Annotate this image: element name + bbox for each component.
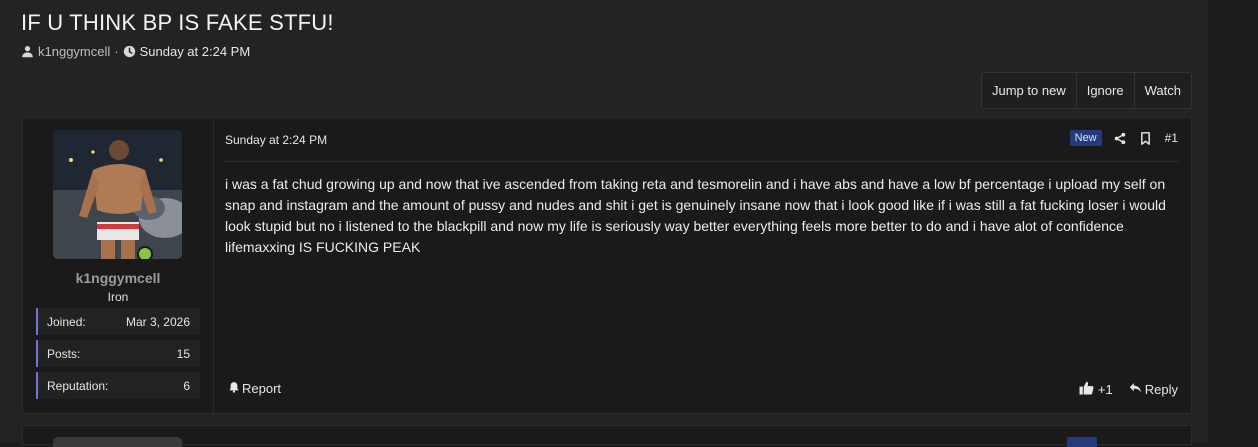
stat-joined: Joined: Mar 3, 2026 <box>36 308 200 335</box>
thread-title: IF U THINK BP IS FAKE STFU! <box>21 10 334 35</box>
thread-author-link[interactable]: k1nggymcell <box>38 44 110 59</box>
thumbs-up-icon <box>1079 381 1094 398</box>
post-body: i was a fat chud growing up and now that… <box>225 176 1166 255</box>
post-username-link[interactable]: k1nggymcell <box>23 270 213 286</box>
online-status-icon <box>137 246 153 259</box>
reply-label: Reply <box>1144 382 1178 397</box>
post-footer-actions: +1 Reply <box>1079 381 1178 398</box>
avatar[interactable] <box>53 437 182 447</box>
post-actions: New #1 <box>1069 130 1179 146</box>
clock-icon <box>123 45 136 58</box>
avatar[interactable] <box>53 130 182 259</box>
meta-separator: · <box>114 44 119 59</box>
bookmark-icon[interactable] <box>1140 131 1151 145</box>
reaction-count: +1 <box>1097 382 1113 397</box>
like-button[interactable]: +1 <box>1079 381 1113 398</box>
thread-actions: Jump to new Ignore Watch <box>981 72 1192 109</box>
stat-value: 6 <box>183 378 190 393</box>
share-icon[interactable] <box>1114 132 1126 145</box>
stat-reputation: Reputation: 6 <box>36 372 200 399</box>
thread-page: IF U THINK BP IS FAKE STFU! k1nggymcell … <box>0 0 1208 447</box>
post-2-partial <box>22 425 1192 447</box>
stat-label: Posts: <box>47 346 81 361</box>
report-label: Report <box>242 381 282 396</box>
ignore-button[interactable]: Ignore <box>1075 73 1134 108</box>
stat-label: Reputation: <box>47 378 109 393</box>
watch-button[interactable]: Watch <box>1133 73 1191 108</box>
reply-icon <box>1129 382 1142 397</box>
new-badge: New <box>1069 130 1102 146</box>
post-number-link[interactable]: #1 <box>1165 131 1178 145</box>
stat-value: 15 <box>176 346 190 361</box>
post-user-panel: k1nggymcell Iron Joined: Mar 3, 2026 Pos… <box>23 118 214 413</box>
new-badge <box>1067 437 1097 447</box>
avatar-photo <box>53 130 182 259</box>
user-icon <box>21 45 34 58</box>
stat-posts: Posts: 15 <box>36 340 200 367</box>
page-gutter <box>1208 0 1258 442</box>
jump-to-new-button[interactable]: Jump to new <box>982 73 1076 108</box>
post-date-link[interactable]: Sunday at 2:24 PM <box>225 133 327 147</box>
reply-button[interactable]: Reply <box>1129 382 1178 397</box>
report-button[interactable]: Report <box>228 381 281 396</box>
stat-value: Mar 3, 2026 <box>125 314 190 329</box>
thread-date-link[interactable]: Sunday at 2:24 PM <box>140 44 251 59</box>
stat-label: Joined: <box>47 314 86 329</box>
post-header: Sunday at 2:24 PM New #1 <box>225 118 1179 162</box>
thread-meta: k1nggymcell · Sunday at 2:24 PM <box>21 44 250 59</box>
user-rank: Iron <box>107 290 129 304</box>
post-1: k1nggymcell Iron Joined: Mar 3, 2026 Pos… <box>22 117 1192 414</box>
bell-icon <box>228 381 240 396</box>
